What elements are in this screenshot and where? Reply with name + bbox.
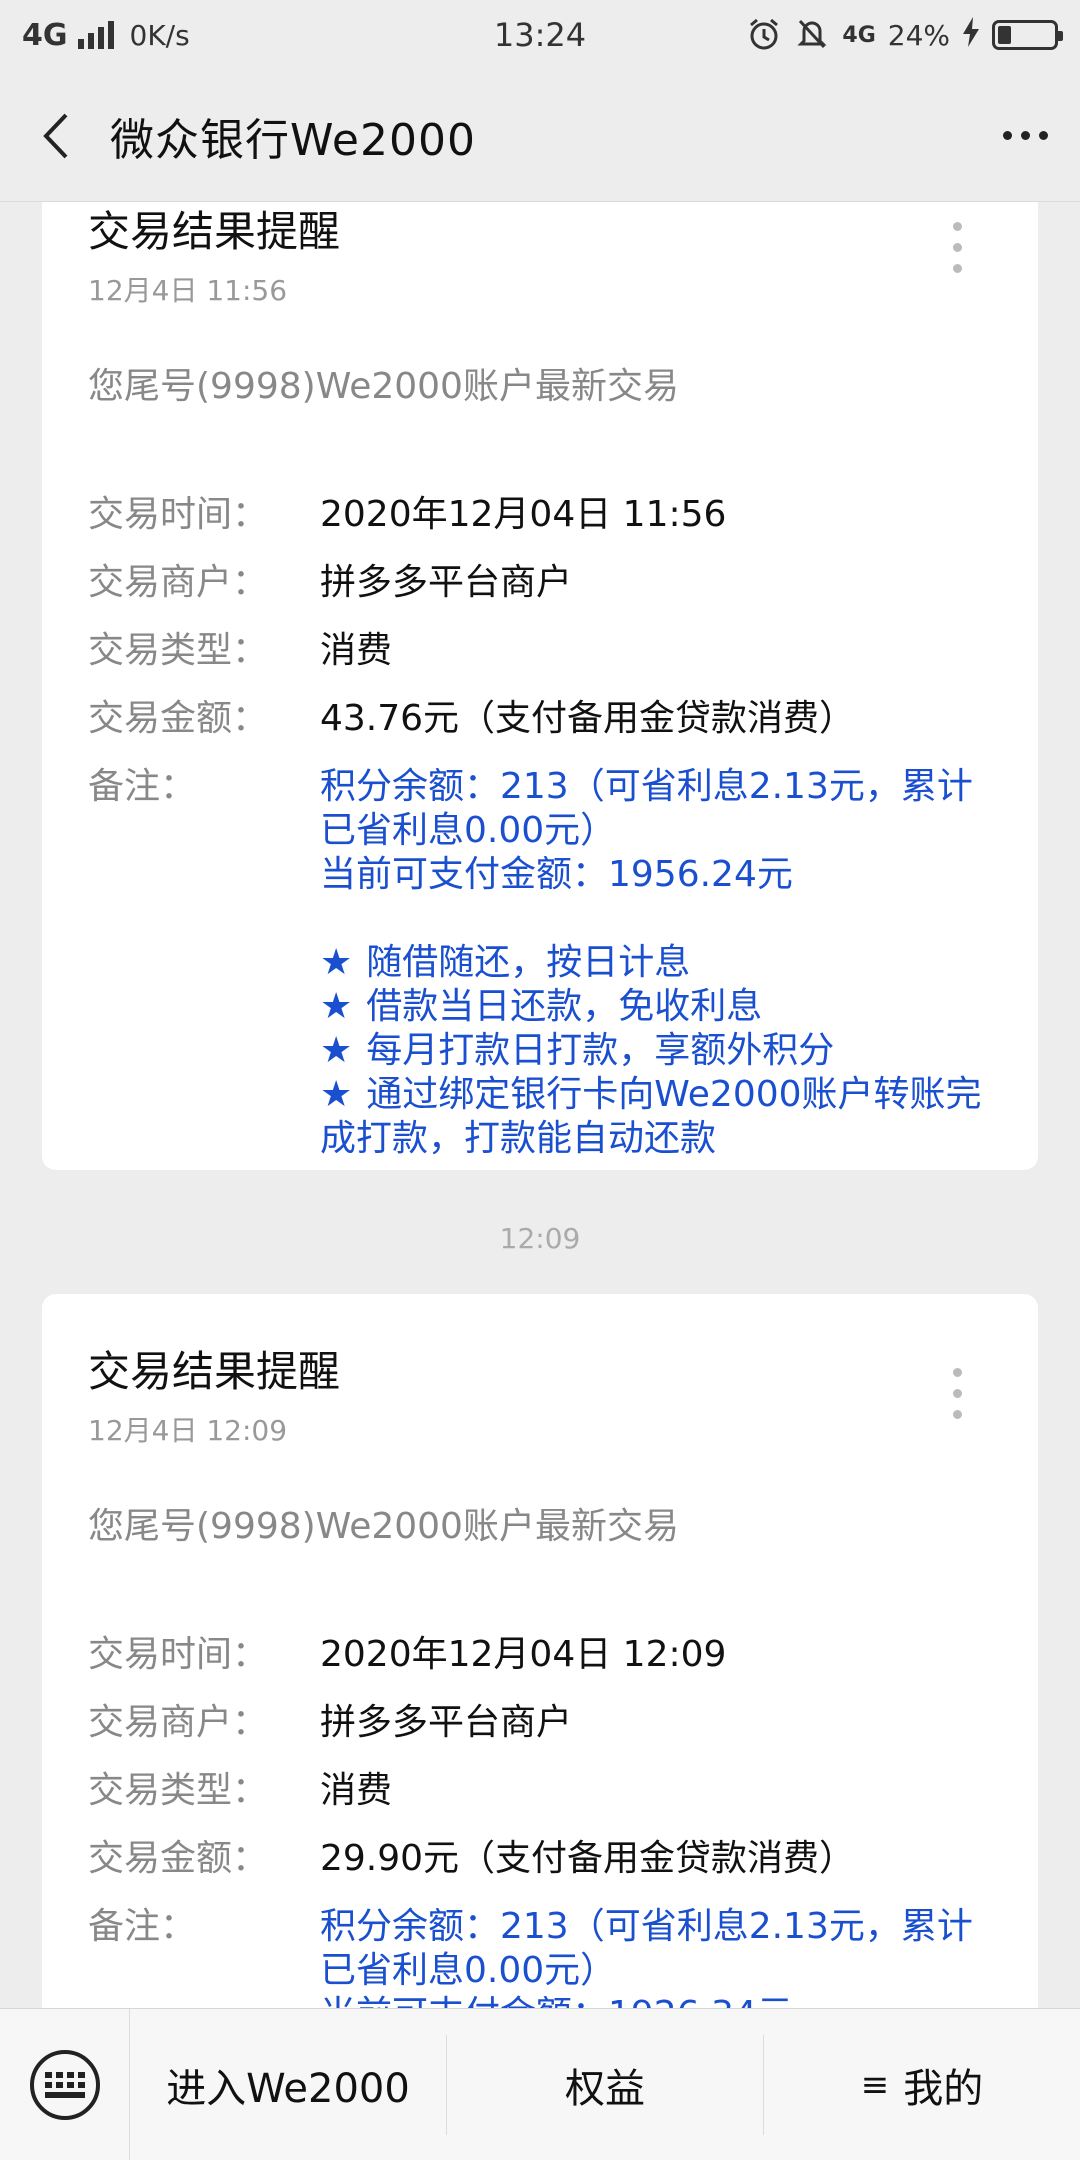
- mobile-data-label: 4G: [842, 22, 876, 48]
- charging-icon: [962, 16, 980, 54]
- keyboard-icon: [29, 2049, 100, 2120]
- row-time: 交易时间： 2020年12月04日 12:09: [88, 1634, 727, 1675]
- menu-mine[interactable]: ≡ 我的: [764, 2035, 1080, 2135]
- menu-enter-we2000[interactable]: 进入We2000: [130, 2034, 447, 2135]
- star-icon: ★: [320, 986, 353, 1027]
- dot-icon: [1038, 131, 1048, 140]
- chevron-left-icon: [43, 113, 68, 158]
- tip-item: ★ 每月打款日打款，享额外积分: [320, 1030, 835, 1071]
- card-title: 交易结果提醒: [88, 1347, 341, 1396]
- battery-icon: [992, 20, 1063, 50]
- nav-bar: 微众银行We2000: [0, 70, 1080, 202]
- star-icon: ★: [320, 1074, 353, 1115]
- card-intro: 您尾号(9998)We2000账户最新交易: [88, 1506, 679, 1547]
- message-timestamp: 12:09: [499, 1222, 581, 1255]
- card-datetime: 12月4日 12:09: [88, 1414, 288, 1447]
- tip-item: ★ 随借随还，按日计息: [320, 942, 691, 983]
- page-title: 微众银行We2000: [110, 114, 476, 166]
- menu-benefits[interactable]: 权益: [447, 2034, 764, 2135]
- alarm-icon: [746, 17, 782, 53]
- transaction-card: 交易结果提醒 12月4日 11:56 您尾号(9998)We2000账户最新交易…: [42, 202, 1038, 1170]
- row-type: 交易类型： 消费: [88, 630, 393, 671]
- more-options-button[interactable]: [970, 70, 1080, 202]
- signal-icon: [77, 21, 114, 49]
- tip-item: ★ 通过绑定银行卡向We2000账户转账完成打款，打款能自动还款: [320, 1074, 982, 1159]
- back-button[interactable]: [0, 70, 110, 202]
- tip-item: ★ 借款当日还款，免收利息: [320, 986, 763, 1027]
- bottom-menu-bar: 进入We2000 权益 ≡ 我的: [0, 2008, 1080, 2160]
- row-note: 备注： 积分余额：213（可省利息2.13元，累计已省利息0.00元） 当前可支…: [88, 1905, 992, 2008]
- battery-percent: 24%: [887, 18, 950, 52]
- transaction-card: 交易结果提醒 12月4日 12:09 您尾号(9998)We2000账户最新交易…: [42, 1294, 1038, 2008]
- status-bar: 4G 0K/s 13:24 4G 24%: [0, 0, 1080, 70]
- submenu-icon: ≡: [860, 2064, 890, 2105]
- row-note: 备注： 积分余额：213（可省利息2.13元，累计已省利息0.00元） 当前可支…: [88, 765, 992, 1161]
- card-datetime: 12月4日 11:56: [88, 274, 288, 307]
- row-time: 交易时间： 2020年12月04日 11:56: [88, 494, 727, 535]
- card-more-button[interactable]: [953, 222, 962, 273]
- row-type: 交易类型： 消费: [88, 1770, 393, 1811]
- card-more-button[interactable]: [953, 1368, 962, 1419]
- note-content: 积分余额：213（可省利息2.13元，累计已省利息0.00元） 当前可支付金额：…: [320, 1906, 973, 2008]
- dot-icon: [1002, 131, 1012, 140]
- note-content: 积分余额：213（可省利息2.13元，累计已省利息0.00元） 当前可支付金额：…: [320, 765, 992, 1161]
- card-intro: 您尾号(9998)We2000账户最新交易: [88, 366, 679, 407]
- message-feed[interactable]: 交易结果提醒 12月4日 11:56 您尾号(9998)We2000账户最新交易…: [0, 202, 1080, 2008]
- row-merchant: 交易商户： 拼多多平台商户: [88, 562, 573, 603]
- network-type: 4G: [22, 17, 68, 53]
- row-amount: 交易金额： 29.90元（支付备用金贷款消费）: [88, 1838, 856, 1879]
- card-title: 交易结果提醒: [88, 207, 341, 256]
- star-icon: ★: [320, 942, 353, 983]
- keyboard-toggle-button[interactable]: [0, 2008, 130, 2160]
- row-merchant: 交易商户： 拼多多平台商户: [88, 1702, 573, 1743]
- mute-bell-icon: [794, 17, 830, 53]
- star-icon: ★: [320, 1030, 353, 1071]
- network-speed: 0K/s: [129, 18, 190, 52]
- row-amount: 交易金额： 43.76元（支付备用金贷款消费）: [88, 698, 856, 739]
- dot-icon: [1020, 131, 1030, 140]
